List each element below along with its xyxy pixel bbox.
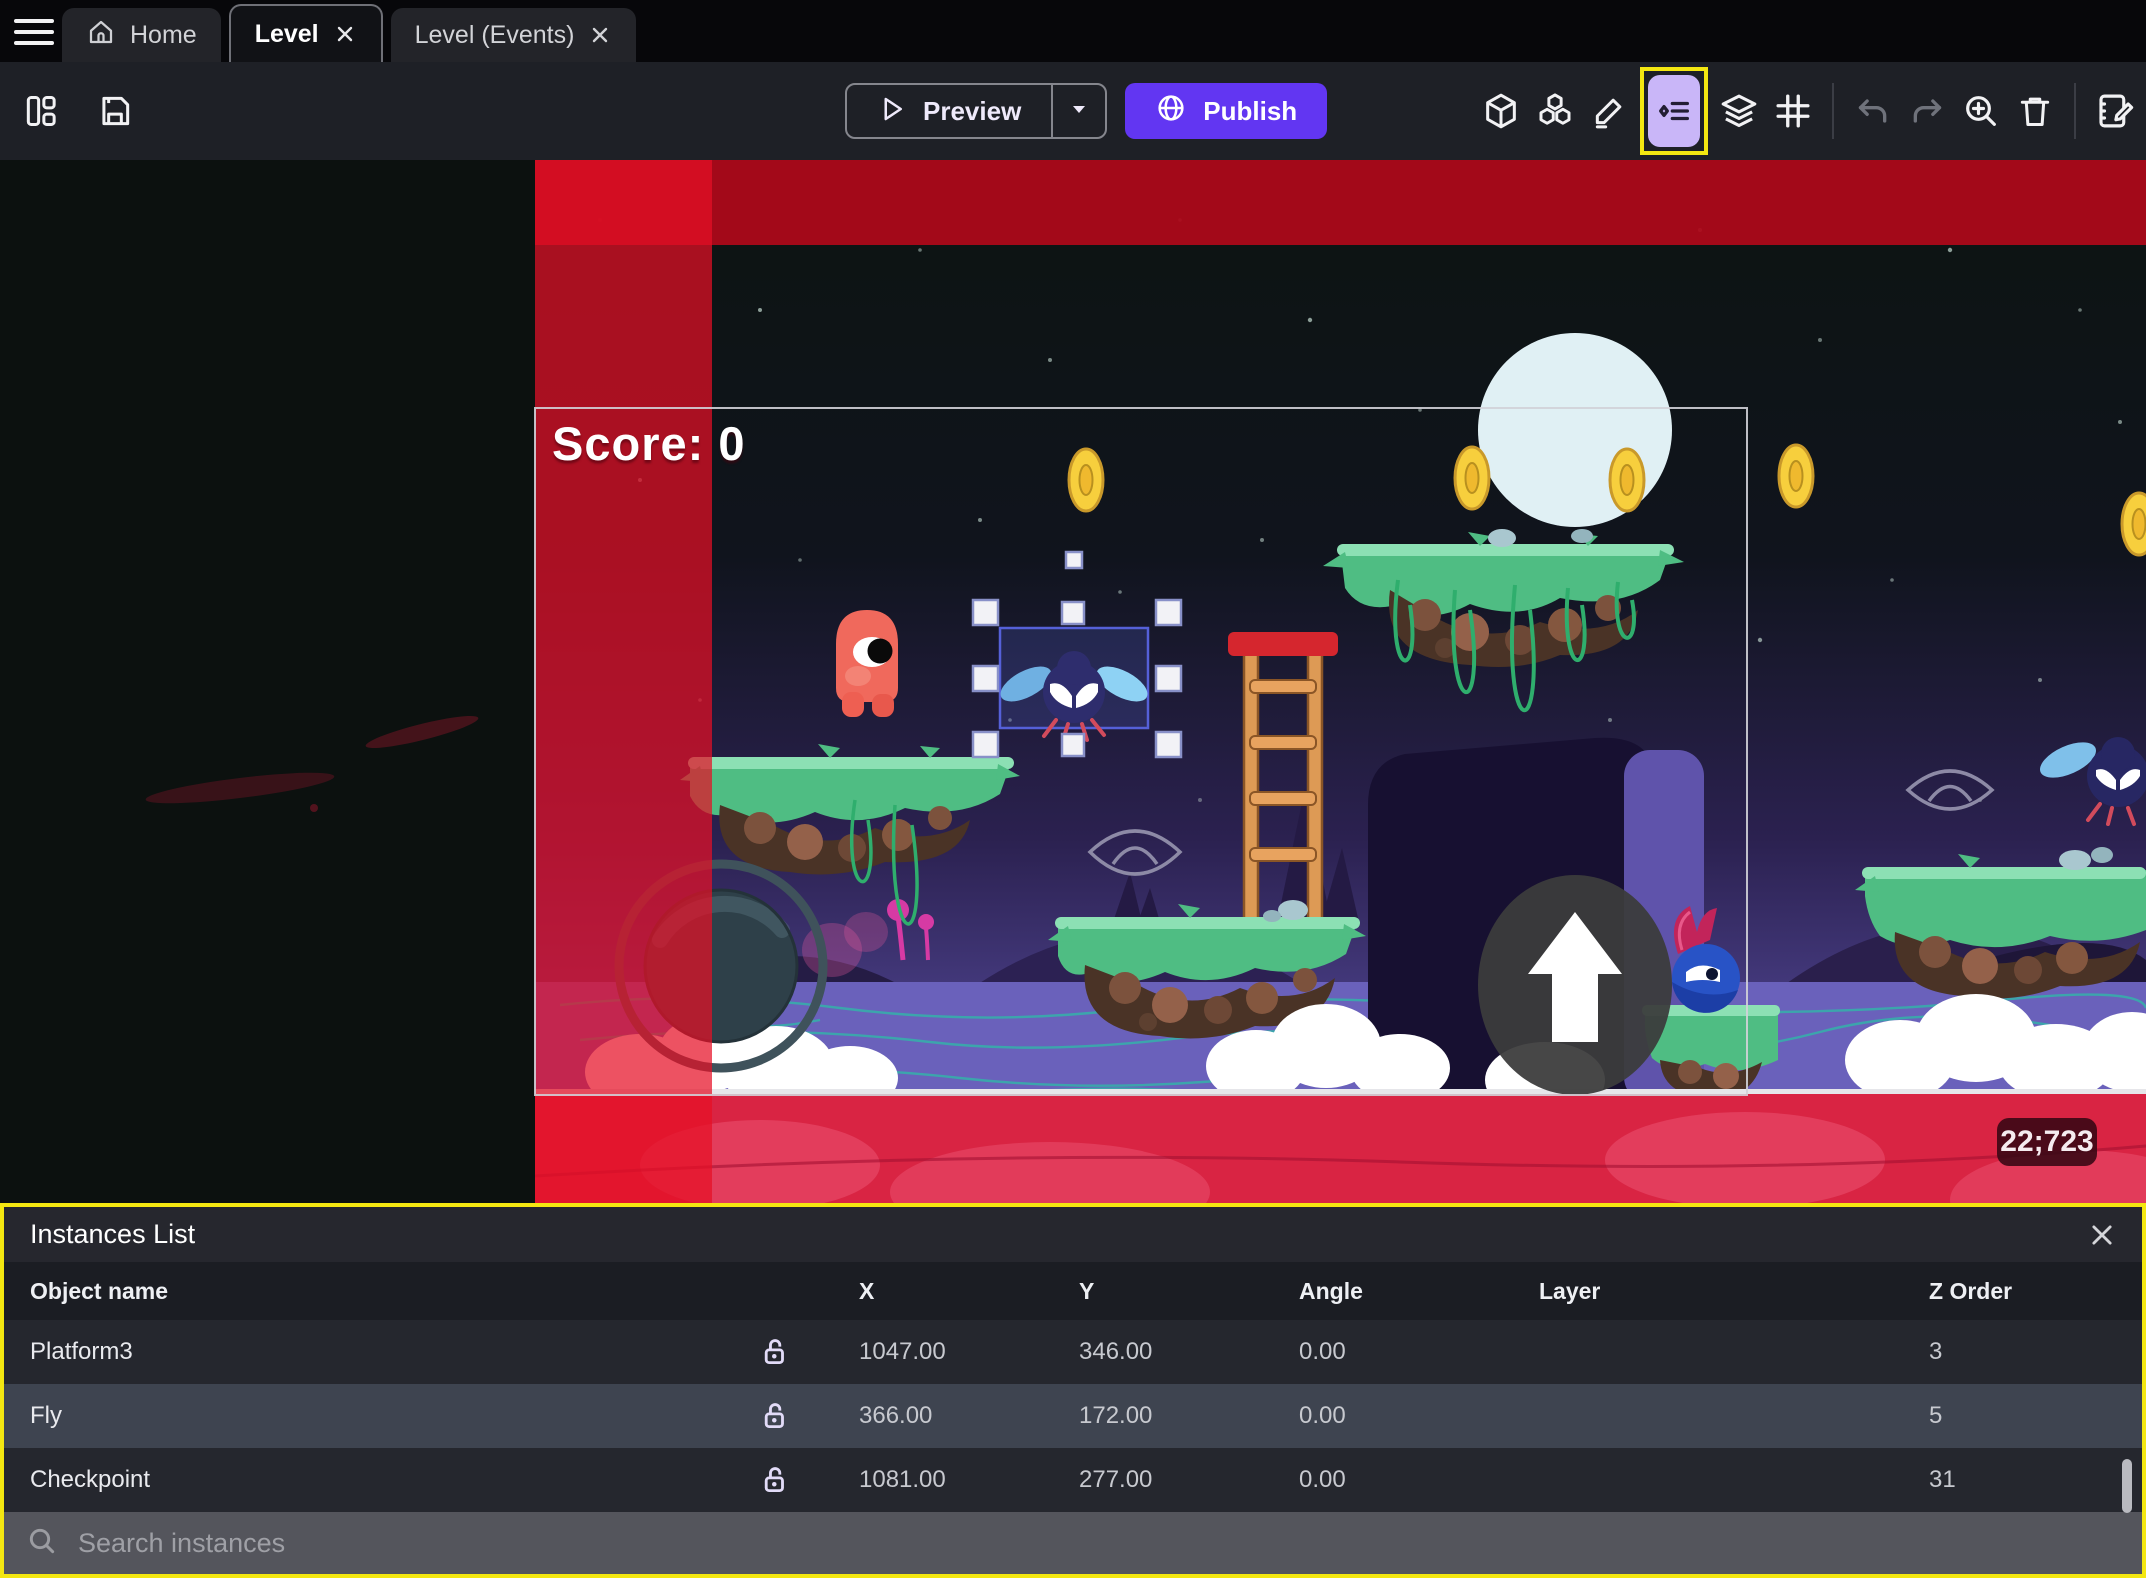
panel-scrollbar-thumb[interactable] — [2122, 1459, 2132, 1513]
score-label: Score: 0 — [552, 417, 746, 470]
cell-x[interactable]: 1081.00 — [814, 1466, 1034, 1494]
edit-mode-icon[interactable] — [1586, 81, 1632, 141]
coin[interactable] — [1608, 447, 1646, 513]
unlock-icon[interactable] — [734, 1463, 814, 1497]
jump-button[interactable] — [1478, 875, 1672, 1095]
tab-label: Level (Events) — [414, 20, 575, 49]
tab-home[interactable]: Home — [62, 8, 221, 62]
coin[interactable] — [1777, 443, 1815, 509]
editor-empty-area — [0, 160, 535, 1203]
instances-table-header: Object name X Y Angle Layer Z Order — [4, 1262, 2142, 1320]
scene-editor-canvas[interactable]: Score: 0 22;723 — [0, 160, 2146, 1203]
tab-label: Level — [254, 19, 319, 48]
player-sprite[interactable] — [836, 610, 898, 717]
tab-bar: Home Level Level (Events) — [0, 0, 2146, 62]
panel-title: Instances List — [30, 1219, 196, 1249]
publish-label: Publish — [1203, 95, 1298, 126]
tab-level-events[interactable]: Level (Events) — [390, 8, 637, 62]
cell-object-name: Checkpoint — [30, 1466, 151, 1493]
close-tab-icon[interactable] — [588, 23, 612, 47]
rotation-handle — [1064, 550, 1084, 570]
cell-angle[interactable]: 0.00 — [1254, 1466, 1494, 1494]
instances-list-icon[interactable] — [1648, 75, 1700, 147]
preview-button[interactable]: Preview — [845, 83, 1108, 139]
column-z-order: Z Order — [1929, 1277, 2013, 1304]
chevron-down-icon — [1067, 97, 1091, 126]
save-icon[interactable] — [92, 81, 138, 141]
scene-properties-icon[interactable] — [2092, 81, 2138, 141]
instances-list-highlight — [1640, 67, 1708, 155]
instance-row[interactable]: Checkpoint 1081.00 277.00 0.00 31 — [4, 1448, 2142, 1512]
cursor-coordinates-badge: 22;723 — [1997, 1118, 2097, 1166]
unlock-icon[interactable] — [734, 1399, 814, 1433]
divider — [1832, 83, 1834, 139]
globe-icon — [1155, 92, 1187, 131]
redo-icon[interactable] — [1904, 81, 1950, 141]
cell-y[interactable]: 346.00 — [1034, 1338, 1254, 1366]
cell-z-order[interactable]: 31 — [1884, 1466, 2142, 1494]
tab-label: Home — [130, 20, 197, 49]
column-object-name: Object name — [30, 1277, 169, 1304]
layers-icon[interactable] — [1716, 81, 1762, 141]
column-angle: Angle — [1299, 1277, 1363, 1304]
zoom-in-icon[interactable] — [1958, 81, 2004, 141]
unlock-icon[interactable] — [734, 1335, 814, 1369]
cell-z-order[interactable]: 3 — [1884, 1338, 2142, 1366]
cell-x[interactable]: 366.00 — [814, 1402, 1034, 1430]
search-instances-input[interactable] — [78, 1527, 2120, 1559]
coin[interactable] — [1453, 445, 1491, 511]
delete-icon[interactable] — [2012, 81, 2058, 141]
instance-row[interactable]: Fly 366.00 172.00 0.00 5 — [4, 1384, 2142, 1448]
home-icon — [86, 17, 116, 54]
cell-y[interactable]: 277.00 — [1034, 1466, 1254, 1494]
divider — [2074, 83, 2076, 139]
selected-instance-fly[interactable] — [995, 626, 1153, 742]
instances-table-body: Platform3 1047.00 346.00 0.00 3 Fly 366.… — [4, 1320, 2142, 1512]
preview-dropdown-button[interactable] — [1053, 85, 1105, 137]
cell-object-name: Platform3 — [30, 1338, 133, 1365]
coin[interactable] — [1067, 447, 1105, 513]
moon[interactable] — [1478, 333, 1672, 527]
toolbar: Preview Publish — [0, 62, 2146, 160]
object-groups-icon[interactable] — [1532, 81, 1578, 141]
column-y: Y — [1079, 1277, 1095, 1304]
coin[interactable] — [2120, 491, 2146, 557]
search-icon — [26, 1525, 58, 1562]
cell-angle[interactable]: 0.00 — [1254, 1402, 1494, 1430]
cell-object-name: Fly — [30, 1402, 62, 1429]
red-ground — [534, 1089, 2146, 1203]
instances-list-panel: Instances List Object name X Y Angle Lay… — [0, 1203, 2146, 1578]
cell-angle[interactable]: 0.00 — [1254, 1338, 1494, 1366]
toggle-panels-icon[interactable] — [18, 81, 64, 141]
red-hazard-band[interactable] — [535, 160, 2146, 245]
instance-row[interactable]: Platform3 1047.00 346.00 0.00 3 — [4, 1320, 2142, 1384]
column-layer: Layer — [1539, 1277, 1601, 1304]
column-x: X — [859, 1277, 875, 1304]
preview-label: Preview — [923, 95, 1022, 126]
undo-icon[interactable] — [1850, 81, 1896, 141]
play-icon — [877, 94, 907, 129]
tab-level[interactable]: Level — [228, 4, 383, 62]
cell-x[interactable]: 1047.00 — [814, 1338, 1034, 1366]
grid-icon[interactable] — [1770, 81, 1816, 141]
cell-y[interactable]: 172.00 — [1034, 1402, 1254, 1430]
menu-icon[interactable] — [14, 14, 54, 50]
cell-z-order[interactable]: 5 — [1884, 1402, 2142, 1430]
objects-panel-icon[interactable] — [1478, 81, 1524, 141]
instances-search-bar — [4, 1512, 2142, 1574]
close-tab-icon[interactable] — [333, 22, 357, 46]
publish-button[interactable]: Publish — [1125, 83, 1328, 139]
close-panel-icon[interactable] — [2088, 1221, 2116, 1249]
red-hazard-stripe[interactable] — [535, 160, 712, 1203]
